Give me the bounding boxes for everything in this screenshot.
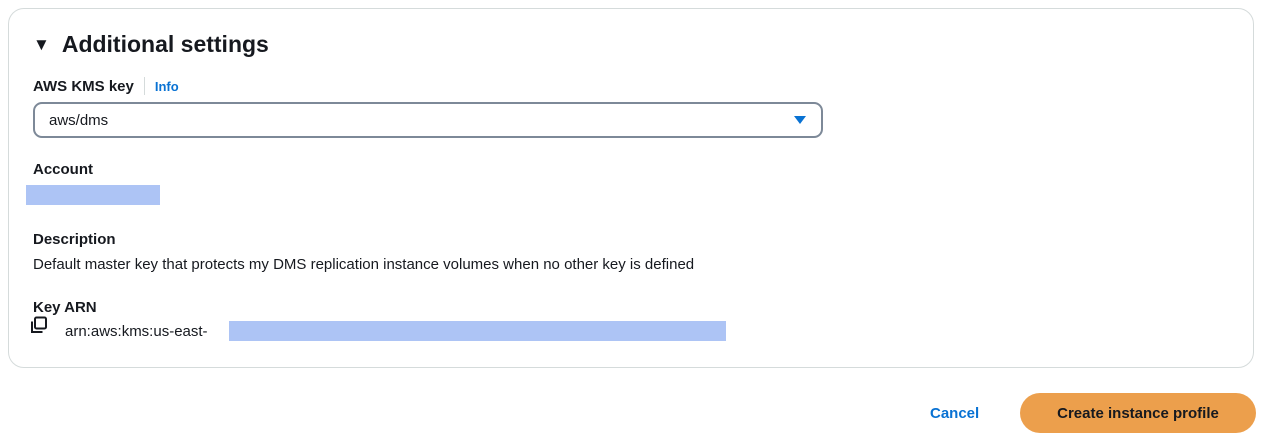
description-value: Default master key that protects my DMS … [33,256,695,273]
account-value-redacted [26,185,160,205]
kms-key-selected-value: aws/dms [49,111,109,129]
account-label: Account [33,161,93,178]
additional-settings-panel: ▼ Additional settings AWS KMS key Info a… [8,8,1254,368]
create-instance-profile-button[interactable]: Create instance profile [1020,393,1256,433]
description-label: Description [33,231,116,248]
copy-icon[interactable] [30,316,48,334]
additional-settings-toggle[interactable]: ▼ Additional settings [33,31,269,58]
kms-key-select[interactable]: aws/dms [33,102,823,138]
section-title: Additional settings [61,31,269,57]
caret-down-icon: ▼ [33,35,50,54]
kms-key-label-row: AWS KMS key Info [33,77,179,95]
key-arn-redacted [229,321,726,341]
key-arn-value: arn:aws:kms:us-east- [65,323,208,340]
info-link[interactable]: Info [155,79,179,94]
key-arn-label: Key ARN [33,299,97,316]
dropdown-arrow-icon [793,115,807,125]
kms-key-label: AWS KMS key [33,77,134,95]
cancel-button[interactable]: Cancel [916,396,993,430]
label-divider [143,77,145,95]
